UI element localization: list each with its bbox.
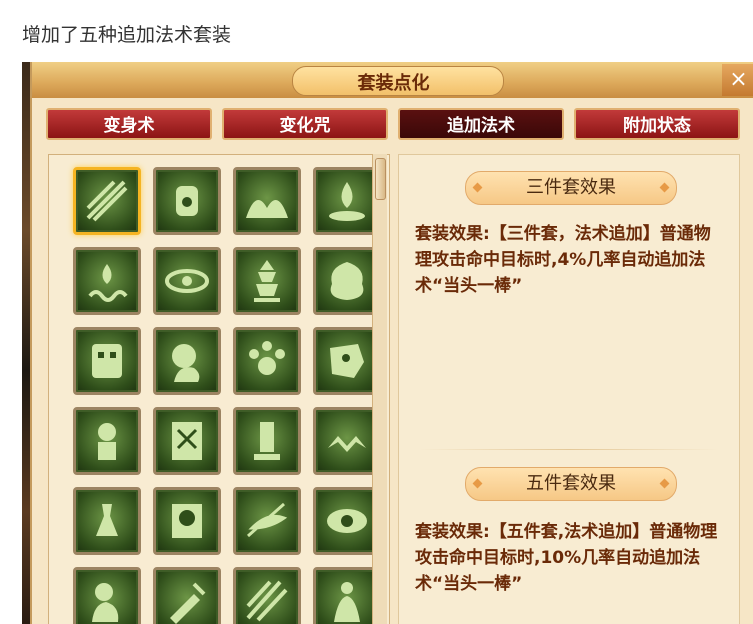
three-piece-title: 三件套效果 xyxy=(465,171,677,205)
page-caption: 增加了五种追加法术套装 xyxy=(22,24,232,46)
tree-spirit-icon[interactable] xyxy=(313,247,381,315)
tab-transform[interactable]: 变身术 xyxy=(46,108,212,140)
chevron-waves-icon[interactable] xyxy=(313,407,381,475)
eye-icon[interactable] xyxy=(153,247,221,315)
ornament-dot xyxy=(472,478,483,489)
broken-sword-icon[interactable] xyxy=(153,567,221,624)
skull-banner-icon[interactable] xyxy=(153,487,221,555)
potion-icon[interactable] xyxy=(73,487,141,555)
waves-icon[interactable] xyxy=(233,167,301,235)
paw-icon[interactable] xyxy=(233,327,301,395)
wind-slash-icon[interactable] xyxy=(73,167,141,235)
ornament-dot xyxy=(472,182,483,193)
ornament-dot xyxy=(659,182,670,193)
pagoda-icon[interactable] xyxy=(233,247,301,315)
effect-panel: 三件套效果 套装效果:【三件套，法术追加】普通物理攻击命中目标时,4%几率自动追… xyxy=(398,154,740,624)
five-piece-title: 五件套效果 xyxy=(465,467,677,501)
tab-change-spell[interactable]: 变化咒 xyxy=(222,108,388,140)
five-piece-desc: 套装效果:【五件套,法术追加】普通物理攻击命中目标时,10%几率自动追加法术“当… xyxy=(415,522,718,594)
tab-extra-status[interactable]: 附加状态 xyxy=(574,108,740,140)
female-silhouette-icon[interactable] xyxy=(153,327,221,395)
window-titlebar: 套装点化 × xyxy=(32,62,753,98)
child-silhouette-icon[interactable] xyxy=(73,567,141,624)
slash-lines-icon[interactable] xyxy=(233,567,301,624)
section-divider xyxy=(419,449,719,450)
voodoo-doll-icon[interactable] xyxy=(73,407,141,475)
three-piece-title-text: 三件套效果 xyxy=(526,177,616,198)
five-piece-title-text: 五件套效果 xyxy=(526,473,616,494)
ornament-dot xyxy=(659,478,670,489)
tab-add-spell[interactable]: 追加法术 xyxy=(398,108,564,140)
icon-grid-panel xyxy=(48,154,390,624)
claw-eye-icon[interactable] xyxy=(233,487,301,555)
fire-swirl-icon[interactable] xyxy=(73,247,141,315)
window-title: 套装点化 xyxy=(357,73,430,94)
talisman-icon[interactable] xyxy=(153,407,221,475)
flame-altar-icon[interactable] xyxy=(313,167,381,235)
icon-scrollbar[interactable] xyxy=(372,154,387,624)
pillar-icon[interactable] xyxy=(233,407,301,475)
suit-enhance-window: 套装点化 × 变身术 变化咒 追加法术 附加状态 三件套效果 套装效果:【三件套… xyxy=(30,62,753,624)
beast-head-icon[interactable] xyxy=(313,327,381,395)
demon-mask-icon[interactable] xyxy=(73,327,141,395)
dancer-icon[interactable] xyxy=(313,567,381,624)
scroll-thumb[interactable] xyxy=(375,158,386,200)
dragon-eye-icon[interactable] xyxy=(313,487,381,555)
close-button[interactable]: × xyxy=(722,64,753,96)
fist-icon[interactable] xyxy=(153,167,221,235)
three-piece-desc: 套装效果:【三件套，法术追加】普通物理攻击命中目标时,4%几率自动追加法术“当头… xyxy=(415,224,711,296)
